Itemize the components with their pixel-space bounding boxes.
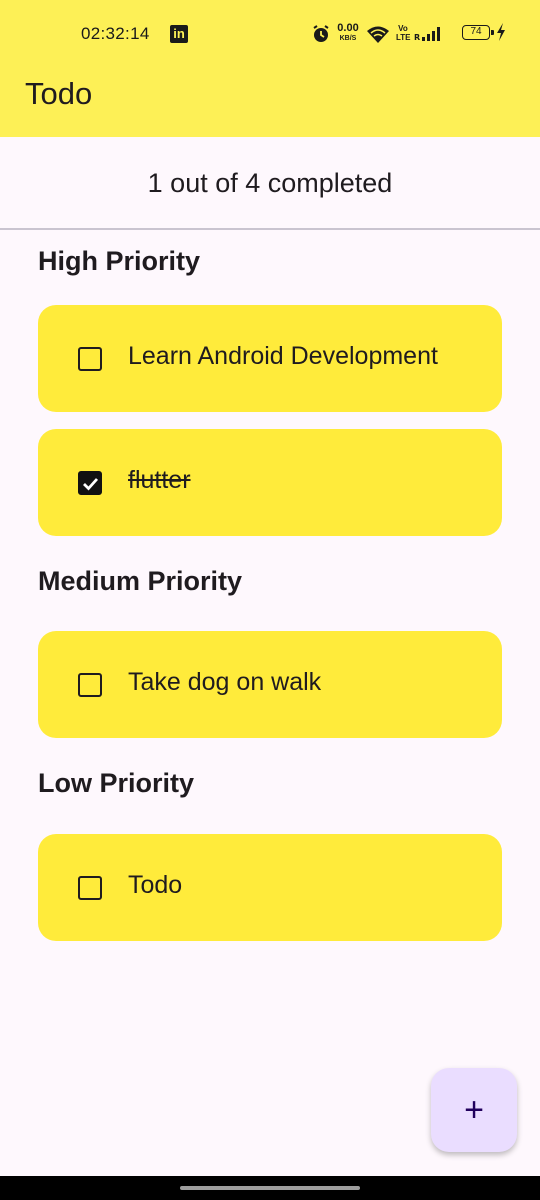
todo-checkbox[interactable] [78, 347, 102, 371]
add-icon: + [464, 1091, 484, 1129]
section-title-high-priority: High Priority [38, 246, 201, 276]
signal-icon: R [414, 27, 440, 42]
todo-item-label: flutter [128, 466, 191, 494]
status-bar: 02:32:14 in 0.00 KB/S Vo LTE R 74 [0, 0, 540, 64]
charging-bolt-icon [497, 23, 505, 41]
battery-icon: 74 [462, 25, 494, 40]
gesture-handle[interactable] [180, 1186, 360, 1190]
wifi-icon [367, 26, 389, 43]
checkmark-icon [83, 478, 99, 491]
todo-checkbox-checked[interactable] [78, 471, 102, 495]
volte-icon: Vo LTE [396, 24, 411, 42]
section-title-low-priority: Low Priority [38, 768, 195, 798]
divider [0, 228, 540, 230]
section-title-medium-priority: Medium Priority [38, 566, 243, 596]
net-speed-unit: KB/S [339, 35, 357, 42]
status-time: 02:32:14 [81, 24, 150, 43]
todo-item-label: Todo [128, 871, 183, 899]
todo-checkbox[interactable] [78, 673, 102, 697]
todo-item-label: Learn Android Development [128, 342, 438, 370]
alarm-icon [313, 25, 329, 42]
app-bar: Todo [0, 64, 540, 137]
add-todo-button[interactable]: + [431, 1068, 517, 1152]
system-navigation-bar [0, 1176, 540, 1200]
todo-checkbox[interactable] [78, 876, 102, 900]
todo-item-label: Take dog on walk [128, 668, 322, 696]
todo-item[interactable]: Take dog on walk [38, 631, 502, 738]
status-icons: 0.00 KB/S Vo LTE R 74 [292, 22, 505, 46]
net-speed: 0.00 KB/S [334, 22, 362, 43]
net-speed-value: 0.00 [337, 22, 359, 34]
todo-item[interactable]: flutter [38, 429, 502, 536]
todo-item[interactable]: Todo [38, 834, 502, 941]
svg-text:R: R [414, 33, 420, 42]
app-title: Todo [25, 76, 93, 111]
todo-item[interactable]: Learn Android Development [38, 305, 502, 412]
completion-summary: 1 out of 4 completed [147, 168, 393, 198]
linkedin-icon: in [170, 25, 188, 43]
battery-level: 74 [470, 26, 482, 37]
